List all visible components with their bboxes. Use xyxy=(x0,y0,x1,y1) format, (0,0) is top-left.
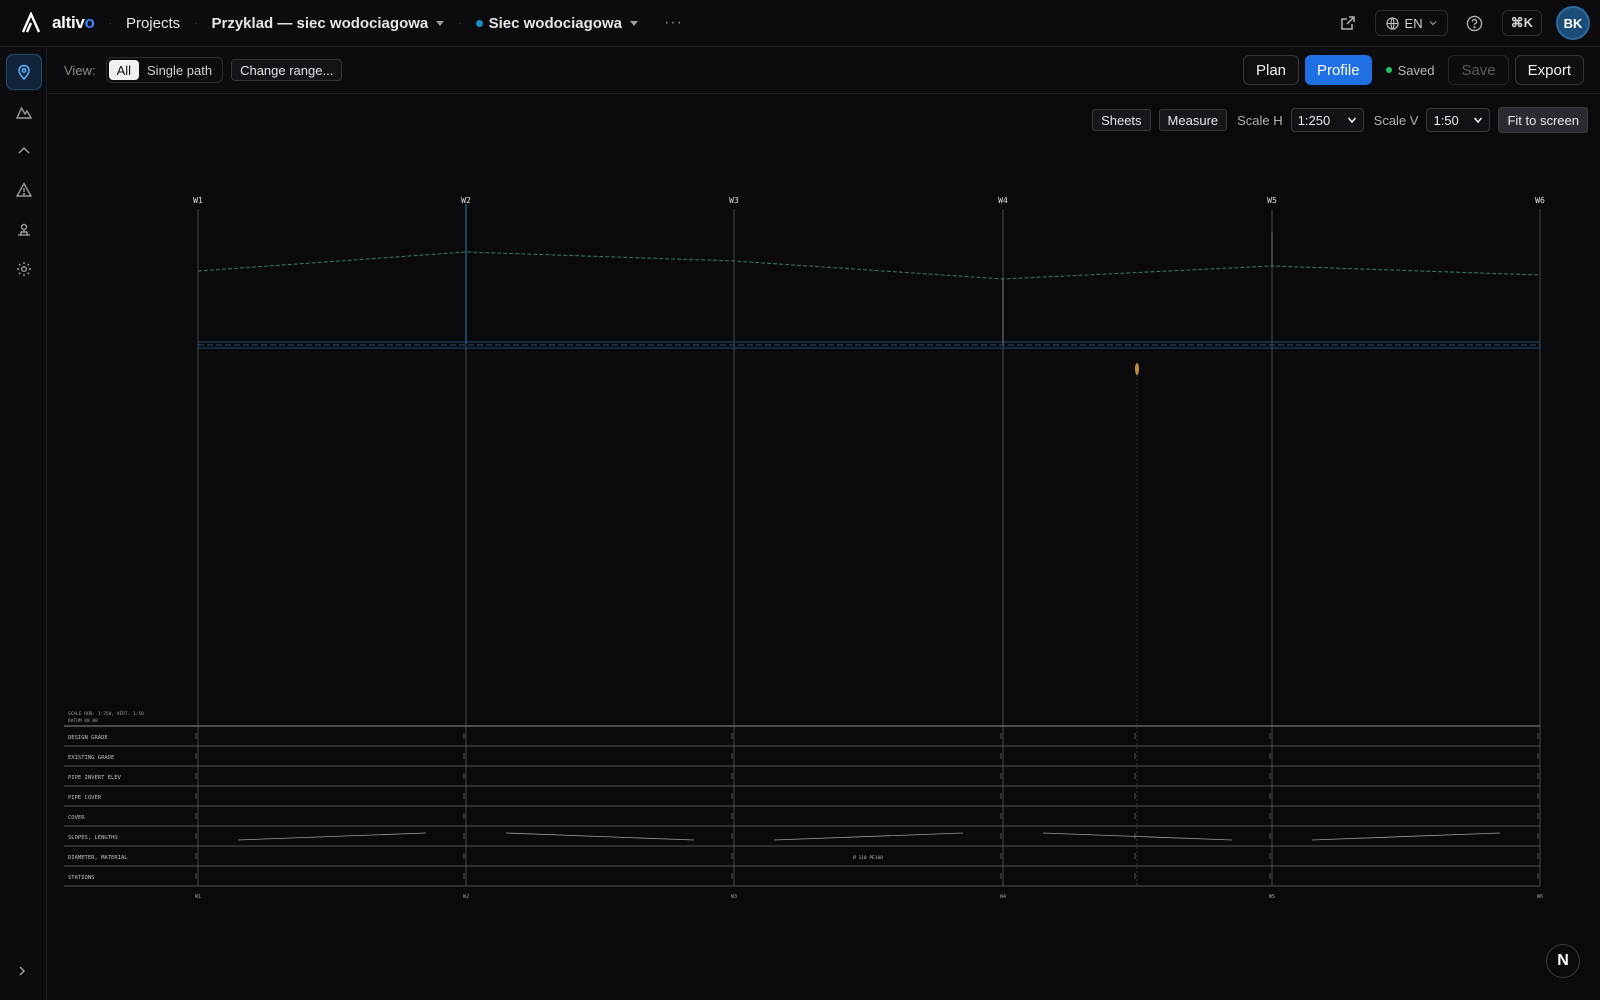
table-row-label: DIAMETER, MATERIAL xyxy=(68,855,128,861)
scale-v-value: 1:50 xyxy=(1433,112,1459,128)
view-label: View: xyxy=(64,62,96,78)
view-single-path-button[interactable]: Single path xyxy=(139,60,220,80)
project-selector[interactable]: Przyklad — siec wodociagowa xyxy=(212,15,445,32)
view-mode-toggle: All Single path xyxy=(105,57,224,83)
node-label-w1: W1 xyxy=(193,196,203,205)
station-label-w3: W3 xyxy=(731,894,737,900)
breadcrumb-projects[interactable]: Projects xyxy=(126,15,180,32)
sidebar-item-profile[interactable] xyxy=(6,133,42,169)
hydrant-marker xyxy=(1135,363,1139,375)
node-label-w6: W6 xyxy=(1535,196,1545,205)
measure-button[interactable]: Measure xyxy=(1158,109,1228,131)
fit-to-screen-button[interactable]: Fit to screen xyxy=(1498,107,1588,133)
warning-icon xyxy=(16,182,32,197)
table-row-label: SLOPES, LENGTHS xyxy=(68,835,118,841)
separator: · xyxy=(194,17,198,29)
network-color-dot xyxy=(475,20,483,28)
export-button[interactable]: Export xyxy=(1514,55,1584,85)
slope-stroke xyxy=(237,832,427,841)
scale-h-select[interactable]: 1:250 xyxy=(1290,108,1364,132)
sidebar xyxy=(0,47,47,1000)
network-name: Siec wodociagowa xyxy=(488,14,622,32)
help-icon[interactable] xyxy=(1462,10,1488,36)
sidebar-item-warnings[interactable] xyxy=(6,172,42,208)
tap-icon xyxy=(18,223,30,236)
canvas-tools: Sheets Measure Scale H 1:250 Scale V 1:5… xyxy=(1092,107,1588,133)
chevron-down-icon xyxy=(1347,117,1356,124)
map-pin-icon xyxy=(18,64,30,80)
node-label-w5: W5 xyxy=(1267,196,1277,205)
sheets-button[interactable]: Sheets xyxy=(1092,109,1151,131)
ground-line xyxy=(197,251,1541,280)
command-palette-button[interactable]: ⌘K xyxy=(1501,10,1542,36)
station-label-w4: W4 xyxy=(1000,894,1006,900)
node-label-w2: W2 xyxy=(461,196,471,205)
scale-v-select[interactable]: 1:50 xyxy=(1426,108,1491,132)
table-row-label: DESIGN GRADE xyxy=(68,735,108,741)
change-range-button[interactable]: Change range... xyxy=(231,59,343,81)
datum-note: DATUM 88.00 xyxy=(68,718,98,724)
sidebar-item-location[interactable] xyxy=(6,54,42,90)
node-label-w4: W4 xyxy=(998,196,1008,205)
slope-stroke xyxy=(773,832,964,841)
scale-v-label: Scale V xyxy=(1373,112,1419,128)
status-dot xyxy=(1385,67,1392,73)
slope-stroke xyxy=(1311,832,1501,841)
station-label-w5: W5 xyxy=(1269,894,1275,900)
profile-drawing[interactable]: W1 W1 W2 W2 W3 W3 W4 W4 W5 W5 W6 W6 SCALE HOR. 1:250… xyxy=(48,94,1600,1000)
app-logo[interactable]: altivo xyxy=(20,12,95,34)
project-name: Przyklad — siec wodociagowa xyxy=(211,14,429,32)
logo-icon xyxy=(21,12,41,33)
view-all-button[interactable]: All xyxy=(108,60,140,80)
table-row-label: STATIONS xyxy=(68,875,95,881)
logo-text: altivo xyxy=(52,13,95,32)
language-label: EN xyxy=(1404,15,1423,31)
table-row-label: COVER xyxy=(68,815,85,821)
slope-stroke xyxy=(1042,832,1233,841)
table-row-label: PIPE COVER xyxy=(68,795,102,801)
separator: · xyxy=(458,17,462,29)
nextjs-badge-icon[interactable]: N xyxy=(1546,944,1580,978)
table-row-label: EXISTING GRADE xyxy=(68,755,114,761)
globe-icon xyxy=(1385,16,1399,30)
sidebar-item-settings[interactable] xyxy=(6,251,42,287)
plan-button[interactable]: Plan xyxy=(1243,55,1300,85)
network-selector[interactable]: Siec wodociagowa xyxy=(475,14,638,32)
profile-button[interactable]: Profile xyxy=(1305,55,1372,85)
open-external-icon[interactable] xyxy=(1335,10,1361,36)
chevron-down-icon xyxy=(629,21,638,27)
sidebar-item-network[interactable] xyxy=(6,212,42,248)
view-toolbar: View: All Single path Change range... Pl… xyxy=(48,47,1600,94)
top-bar: altivo · Projects · Przyklad — siec wodo… xyxy=(0,0,1600,47)
scale-h-label: Scale H xyxy=(1237,112,1283,128)
node-label-w3: W3 xyxy=(729,196,739,205)
saved-label: Saved xyxy=(1397,62,1435,78)
station-label-w2: W2 xyxy=(463,894,469,900)
chevron-down-icon xyxy=(1429,21,1437,26)
scale-note: SCALE HOR. 1:250, VERT. 1:50 xyxy=(68,711,144,717)
language-selector[interactable]: EN xyxy=(1374,10,1448,36)
chevron-down-icon xyxy=(1474,117,1483,124)
save-button[interactable]: Save xyxy=(1448,55,1509,85)
sidebar-expand-icon[interactable] xyxy=(16,964,28,980)
gear-icon xyxy=(17,262,31,276)
chevron-down-icon xyxy=(436,21,445,27)
scale-h-value: 1:250 xyxy=(1297,112,1331,128)
station-label-w1: W1 xyxy=(195,894,201,900)
slope-stroke xyxy=(505,832,695,841)
more-menu-icon[interactable]: ··· xyxy=(664,14,683,32)
avatar[interactable]: BK xyxy=(1556,6,1590,40)
mountain-icon xyxy=(16,106,32,119)
diameter-material-label: Ø 110 PE100 xyxy=(853,854,883,861)
separator: · xyxy=(108,17,112,29)
station-label-w6: W6 xyxy=(1537,894,1543,900)
chevron-up-icon xyxy=(18,146,30,154)
sidebar-item-terrain[interactable] xyxy=(6,94,42,130)
save-status: Saved xyxy=(1385,62,1435,78)
table-row-label: PIPE INVERT ELEV xyxy=(68,775,122,781)
